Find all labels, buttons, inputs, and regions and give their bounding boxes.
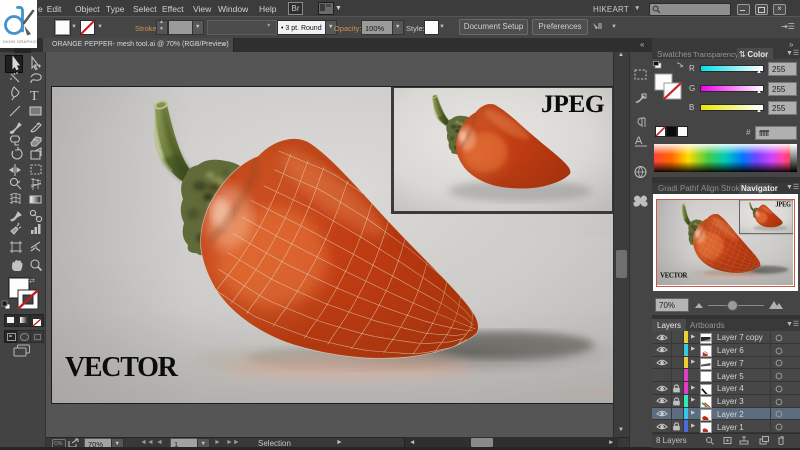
svg-text:T: T: [30, 89, 39, 104]
svg-text:JPEG: JPEG: [541, 89, 605, 118]
svg-text:VECTOR: VECTOR: [65, 352, 179, 383]
svg-text:A: A: [635, 135, 643, 147]
svg-text:Dinh hoat | Photograph: Dinh hoat | Photograph: [556, 388, 613, 397]
